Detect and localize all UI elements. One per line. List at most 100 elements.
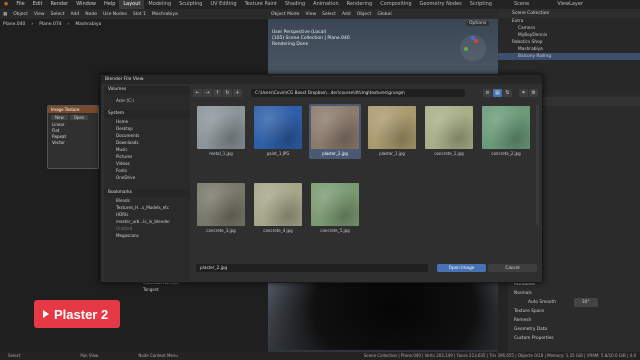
parent-dir-icon[interactable]: ↑ — [213, 88, 222, 97]
texture-space-section[interactable]: Texture Space — [498, 307, 640, 316]
object-mode-dropdown[interactable]: Object Mode — [268, 12, 302, 17]
file-thumbnail[interactable]: plaster_2.jpg — [309, 104, 361, 159]
z-axis-icon[interactable] — [471, 36, 475, 40]
file-thumbnail[interactable]: concrete_4.jpg — [252, 181, 304, 236]
thumbnail-view-icon[interactable]: ▦ — [493, 88, 502, 97]
list-view-icon[interactable]: ≡ — [483, 88, 492, 97]
menu-window[interactable]: Window — [72, 0, 100, 9]
back-arrow-icon[interactable]: ← — [193, 88, 202, 97]
system-item-documents[interactable]: Documents — [104, 132, 190, 139]
sort-icon[interactable]: ⇅ — [503, 88, 512, 97]
menu-file[interactable]: File — [12, 0, 28, 9]
outliner-item[interactable]: Camera — [498, 25, 640, 32]
workspace-tab-shading[interactable]: Shading — [281, 0, 309, 9]
menu-render[interactable]: Render — [46, 0, 72, 9]
workspace-tab-texture-paint[interactable]: Texture Paint — [241, 0, 281, 9]
options-dropdown[interactable]: Options — [466, 21, 490, 26]
refresh-icon[interactable]: ↻ — [223, 88, 232, 97]
file-thumbnail[interactable]: concrete_1.jpg — [423, 104, 475, 159]
outliner-item[interactable]: Balcony Railing — [498, 53, 640, 60]
y-axis-icon[interactable] — [464, 47, 468, 51]
node-menu-add[interactable]: Add — [68, 12, 83, 17]
x-axis-icon[interactable] — [474, 39, 478, 43]
system-header[interactable]: System — [104, 110, 190, 118]
system-item-downloads[interactable]: Downloads — [104, 139, 190, 146]
system-item-desktop[interactable]: Desktop — [104, 125, 190, 132]
node-title[interactable]: Image Texture — [48, 106, 98, 113]
workspace-tab-scripting[interactable]: Scripting — [466, 0, 496, 9]
new-image-button[interactable]: New — [51, 115, 68, 120]
open-image-button[interactable]: Open — [69, 115, 89, 120]
workspace-tab-modeling[interactable]: Modeling — [144, 0, 175, 9]
bookmarks-header[interactable]: Bookmarks — [104, 189, 190, 197]
workspace-tab-animation[interactable]: Animation — [309, 0, 343, 9]
outliner-item[interactable]: MyBoyDennis — [498, 32, 640, 39]
material-selector[interactable]: Mashrabiya — [149, 12, 181, 17]
file-thumbnail[interactable]: concrete_3.jpg — [195, 181, 247, 236]
workspace-tab-compositing[interactable]: Compositing — [376, 0, 415, 9]
remesh-section[interactable]: Remesh — [498, 316, 640, 325]
file-list-scrollbar[interactable] — [536, 105, 539, 225]
vp-menu-object[interactable]: Object — [354, 12, 375, 17]
vp-menu-select[interactable]: Select — [319, 12, 339, 17]
auto-smooth-row[interactable]: Auto Smooth 30° — [498, 298, 640, 307]
settings-gear-icon[interactable]: ⚙ — [529, 88, 538, 97]
file-thumbnail[interactable]: concrete_2.jpg — [480, 104, 532, 159]
bookmark-item[interactable]: Textures_H...s_Models_etc — [104, 204, 190, 211]
menu-help[interactable]: Help — [100, 0, 119, 9]
file-thumbnail[interactable]: plaster_1.jpg — [366, 104, 418, 159]
view-layer-selector[interactable]: ViewLayer — [553, 0, 587, 9]
tangent-socket[interactable]: Tangent — [140, 286, 190, 293]
system-item-fonts[interactable]: Fonts — [104, 167, 190, 174]
navigation-gizmo[interactable] — [460, 35, 486, 61]
system-item-onedrive[interactable]: OneDrive — [104, 174, 190, 181]
system-item-videos[interactable]: Videos — [104, 160, 190, 167]
auto-smooth-value[interactable]: 30° — [573, 298, 598, 307]
outliner-item[interactable]: Mashrabiya — [498, 46, 640, 53]
vp-menu-add[interactable]: Add — [339, 12, 354, 17]
editor-type-icon[interactable]: ▦ — [0, 12, 10, 17]
slot-dropdown[interactable]: Slot 1 — [130, 12, 149, 17]
workspace-tab-sculpting[interactable]: Sculpting — [175, 0, 206, 9]
cancel-button[interactable]: Cancel — [488, 264, 537, 272]
image-texture-node[interactable]: Image Texture New Open Linear Flat Repea… — [47, 105, 99, 169]
use-nodes-checkbox[interactable]: Use Nodes — [100, 12, 130, 17]
vector-socket[interactable]: Vector — [48, 140, 98, 146]
bookmark-item[interactable]: Blends — [104, 197, 190, 204]
workspace-tab-rendering[interactable]: Rendering — [343, 0, 377, 9]
vp-menu-view[interactable]: View — [302, 12, 319, 17]
geometry-data-section[interactable]: Geometry Data — [498, 325, 640, 334]
outliner-title[interactable]: Scene Collection — [498, 9, 640, 18]
scene-selector[interactable]: Scene — [510, 0, 533, 9]
normals-section[interactable]: Normals — [498, 289, 640, 298]
menu-edit[interactable]: Edit — [29, 0, 47, 9]
open-image-button[interactable]: Open Image — [437, 264, 486, 272]
volume-item[interactable]: Acer (C:) — [104, 97, 190, 104]
filename-input[interactable]: plaster_2.jpg — [196, 264, 428, 272]
system-item-home[interactable]: Home — [104, 118, 190, 125]
blender-logo-icon[interactable]: ◉ — [0, 0, 12, 9]
outliner-item[interactable]: Robotics Shop — [498, 39, 640, 46]
workspace-tab-uv-editing[interactable]: UV Editing — [206, 0, 240, 9]
filter-icon[interactable]: ⏷ — [519, 88, 528, 97]
bookmark-item[interactable]: Untitled — [104, 225, 190, 232]
node-menu-node[interactable]: Node — [82, 12, 100, 17]
file-thumbnail[interactable]: paint_1.JPG — [252, 104, 304, 159]
new-folder-icon[interactable]: + — [233, 88, 242, 97]
workspace-tab-layout[interactable]: Layout — [119, 0, 145, 9]
workspace-tab-geometry-nodes[interactable]: Geometry Nodes — [416, 0, 466, 9]
bookmark-item[interactable]: HDRIs — [104, 211, 190, 218]
dialog-title[interactable]: Blender File View — [101, 75, 542, 84]
node-object-dropdown[interactable]: Object — [10, 12, 31, 17]
node-menu-view[interactable]: View — [31, 12, 48, 17]
node-menu-select[interactable]: Select — [48, 12, 68, 17]
forward-arrow-icon[interactable]: → — [203, 88, 212, 97]
system-item-music[interactable]: Music — [104, 146, 190, 153]
bookmark-item[interactable]: Megascans — [104, 232, 190, 239]
custom-properties-section[interactable]: Custom Properties — [498, 334, 640, 343]
outliner-item[interactable]: Extra — [498, 18, 640, 25]
transform-orientation-dropdown[interactable]: Global — [374, 12, 394, 17]
bookmark-item[interactable]: master_urb...ls_in_blender — [104, 218, 190, 225]
file-thumbnail[interactable]: metal_1.jpg — [195, 104, 247, 159]
file-thumbnail[interactable]: concrete_5.jpg — [309, 181, 361, 236]
